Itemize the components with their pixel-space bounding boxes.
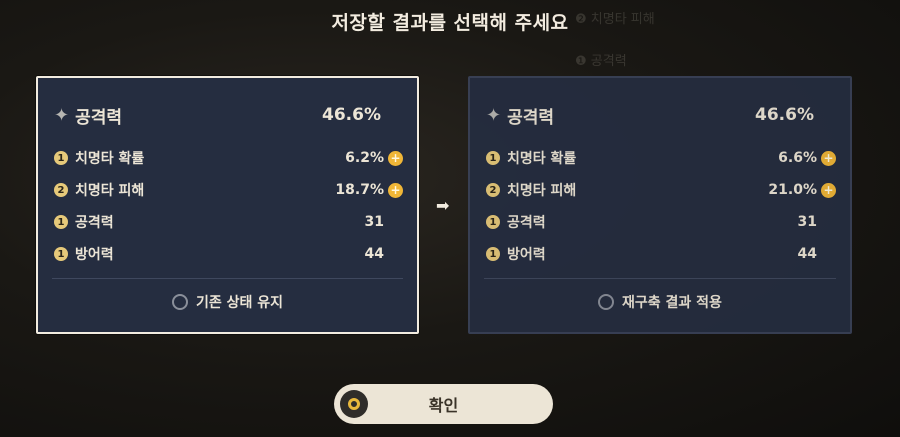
substat-value: 31 <box>797 214 817 230</box>
substat-row: 1 방어력 44 <box>54 242 403 266</box>
substat-value: 6.6% <box>778 150 817 166</box>
substat-name: 방어력 <box>507 247 546 263</box>
substat-value: 18.7% <box>335 182 384 198</box>
substat-name: 치명타 확률 <box>75 151 145 167</box>
confirm-circle-icon <box>340 390 368 418</box>
upgrade-plus-icon: + <box>821 150 836 166</box>
substat-name: 치명타 확률 <box>507 151 577 167</box>
substat-name: 공격력 <box>507 215 546 231</box>
radio-button[interactable] <box>598 294 615 310</box>
roll-count-badge: 2 <box>486 183 500 197</box>
roll-count-badge: 1 <box>54 215 68 229</box>
roll-count-badge: 1 <box>54 247 68 261</box>
substat-value: 44 <box>797 246 817 262</box>
reroll-result-card[interactable]: ✦ 공격력 46.6% 1 치명타 확률 6.6% + 2 치명타 피해 21.0… <box>468 76 852 334</box>
option-label: 기존 상태 유지 <box>195 295 284 311</box>
roll-count-badge: 1 <box>54 151 68 165</box>
substat-value: 21.0% <box>768 182 817 198</box>
substat-row: 1 치명타 확률 6.6% + <box>486 146 836 170</box>
option-label: 재구축 결과 적용 <box>622 295 722 311</box>
upgrade-plus-icon: + <box>388 150 403 166</box>
divider <box>484 278 836 279</box>
current-state-card[interactable]: ✦ 공격력 46.6% 1 치명타 확률 6.2% + 2 치명타 피해 18.7… <box>36 76 419 334</box>
substat-row: 1 공격력 31 <box>54 210 403 234</box>
main-stat-row: ✦ 공격력 46.6% <box>486 100 814 130</box>
radio-button[interactable] <box>171 294 188 310</box>
substat-value: 44 <box>364 246 384 262</box>
roll-count-badge: 1 <box>486 247 500 261</box>
background-line: ❶ 공격력 <box>575 54 627 69</box>
main-stat-row: ✦ 공격력 46.6% <box>54 100 381 130</box>
substat-name: 공격력 <box>75 215 114 231</box>
arrow-right-icon: ➡ <box>436 196 450 215</box>
substat-row: 2 치명타 피해 18.7% + <box>54 178 403 202</box>
substat-value: 6.2% <box>345 150 384 166</box>
main-stat-value: 46.6% <box>322 105 381 125</box>
confirm-label: 확인 <box>428 396 459 415</box>
upgrade-plus-icon: + <box>821 182 836 198</box>
divider <box>52 278 403 279</box>
roll-count-badge: 1 <box>486 151 500 165</box>
sparkle-icon: ✦ <box>486 104 502 126</box>
upgrade-plus-icon: + <box>388 182 403 198</box>
main-stat-name: 공격력 <box>507 107 555 128</box>
sparkle-icon: ✦ <box>54 104 70 126</box>
substat-row: 1 치명타 확률 6.2% + <box>54 146 403 170</box>
substat-name: 치명타 피해 <box>75 183 145 199</box>
confirm-button[interactable]: 확인 <box>334 384 553 424</box>
apply-reroll-option[interactable]: 재구축 결과 적용 <box>470 290 850 314</box>
page-title: 저장할 결과를 선택해 주세요 <box>331 12 569 34</box>
roll-count-badge: 1 <box>486 215 500 229</box>
main-stat-name: 공격력 <box>75 107 123 128</box>
keep-current-option[interactable]: 기존 상태 유지 <box>38 290 417 314</box>
main-stat-value: 46.6% <box>755 105 814 125</box>
substat-row: 1 공격력 31 <box>486 210 836 234</box>
substat-name: 방어력 <box>75 247 114 263</box>
substat-value: 31 <box>364 214 384 230</box>
substat-name: 치명타 피해 <box>507 183 577 199</box>
substat-row: 2 치명타 피해 21.0% + <box>486 178 836 202</box>
roll-count-badge: 2 <box>54 183 68 197</box>
substat-row: 1 방어력 44 <box>486 242 836 266</box>
